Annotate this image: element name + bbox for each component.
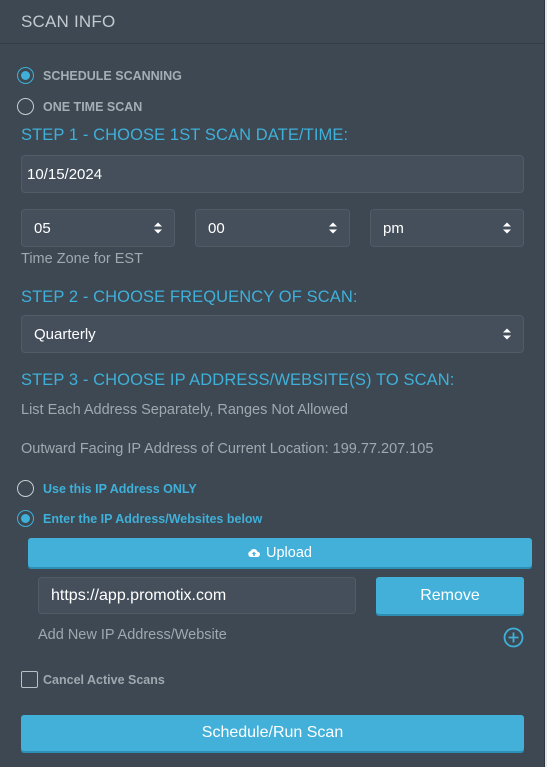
remove-button[interactable]: Remove — [376, 577, 524, 614]
radio-label: Use this IP Address ONLY — [43, 481, 197, 496]
select-arrows-icon — [503, 328, 511, 340]
radio-button-checked[interactable] — [17, 510, 34, 527]
radio-enter-addresses[interactable]: Enter the IP Address/Websites below — [17, 510, 262, 527]
radio-button-checked[interactable] — [17, 67, 34, 84]
upload-button[interactable]: Upload — [28, 538, 532, 567]
upload-label: Upload — [266, 544, 312, 561]
ampm-value: pm — [383, 219, 404, 237]
select-arrows-icon — [329, 222, 337, 234]
current-ip-text: Outward Facing IP Address of Current Loc… — [21, 441, 434, 457]
address-input[interactable]: https://app.promotix.com — [38, 577, 356, 614]
hour-select[interactable]: 05 — [21, 209, 175, 247]
radio-label: ONE TIME SCAN — [43, 99, 143, 114]
radio-button[interactable] — [17, 480, 34, 497]
address-value: https://app.promotix.com — [51, 586, 227, 604]
cancel-active-scans-checkbox[interactable] — [21, 671, 38, 688]
remove-label: Remove — [420, 586, 480, 604]
frequency-value: Quarterly — [34, 325, 96, 343]
select-arrows-icon — [154, 222, 162, 234]
step2-heading: STEP 2 - CHOOSE FREQUENCY OF SCAN: — [21, 288, 358, 306]
radio-label: Enter the IP Address/Websites below — [43, 511, 263, 526]
minute-select[interactable]: 00 — [195, 209, 350, 247]
cloud-upload-icon — [248, 548, 260, 557]
add-new-address-label: Add New IP Address/Website — [38, 627, 227, 643]
frequency-select[interactable]: Quarterly — [21, 315, 524, 353]
radio-label: SCHEDULE SCANNING — [43, 68, 182, 83]
radio-one-time-scan[interactable]: ONE TIME SCAN — [17, 98, 142, 115]
schedule-run-scan-label: Schedule/Run Scan — [201, 724, 344, 741]
scan-info-panel: SCAN INFO SCHEDULE SCANNING ONE TIME SCA… — [0, 0, 545, 767]
step3-note: List Each Address Separately, Ranges Not… — [21, 402, 348, 418]
radio-schedule-scanning[interactable]: SCHEDULE SCANNING — [17, 67, 182, 84]
radio-button[interactable] — [17, 98, 34, 115]
step3-heading: STEP 3 - CHOOSE IP ADDRESS/WEBSITE(S) TO… — [21, 371, 455, 389]
radio-use-this-ip[interactable]: Use this IP Address ONLY — [17, 480, 197, 497]
add-address-plus-icon[interactable] — [503, 627, 524, 648]
minute-value: 00 — [208, 219, 225, 237]
step1-heading: STEP 1 - CHOOSE 1ST SCAN DATE/TIME: — [21, 126, 349, 144]
hour-value: 05 — [34, 219, 51, 237]
cancel-active-scans-label: Cancel Active Scans — [43, 673, 165, 687]
scan-date-value: 10/15/2024 — [27, 165, 103, 183]
panel-title: SCAN INFO — [21, 11, 116, 31]
select-arrows-icon — [503, 222, 511, 234]
timezone-note: Time Zone for EST — [21, 251, 143, 267]
panel-header: SCAN INFO — [0, 0, 544, 44]
ampm-select[interactable]: pm — [370, 209, 524, 247]
schedule-run-scan-button[interactable]: Schedule/Run Scan — [21, 715, 524, 751]
scan-date-input[interactable]: 10/15/2024 — [21, 155, 524, 193]
